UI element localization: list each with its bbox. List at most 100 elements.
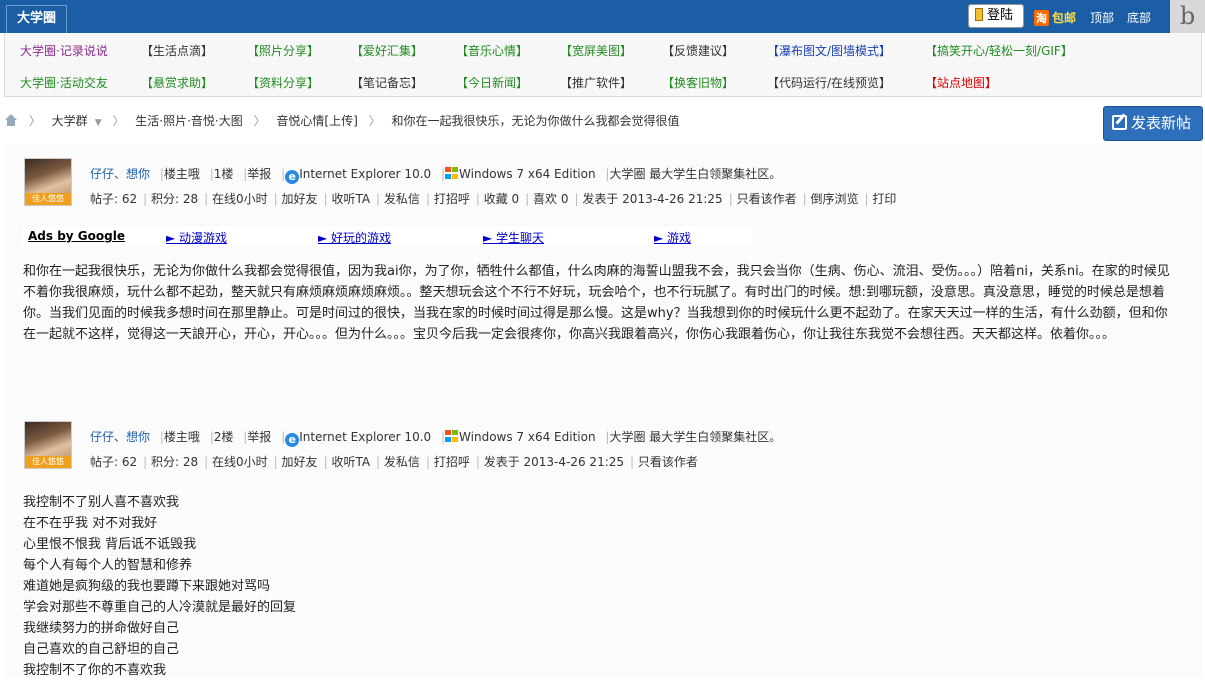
like-link[interactable]: 喜欢 0 (533, 192, 568, 206)
taobao-icon: 淘 (1034, 10, 1049, 26)
ie-icon: e (285, 433, 300, 447)
browser-label: Internet Explorer 10.0 (299, 167, 432, 181)
nav-events[interactable]: 大学圈·活动交友 (20, 74, 108, 91)
home-icon[interactable] (4, 114, 18, 126)
new-post-button[interactable]: 发表新帖 (1103, 106, 1203, 141)
chevron-right-icon: 〉 (368, 114, 381, 128)
nav-funny[interactable]: 【搞笑开心/轻松一刻/GIF】 (925, 42, 1073, 59)
greet-link[interactable]: 打招呼 (434, 455, 470, 469)
nav-sitemap[interactable]: 【站点地图】 (925, 74, 997, 91)
role-label: 楼主哦 (163, 430, 200, 444)
nav-news[interactable]: 【今日新闻】 (456, 74, 528, 91)
points: 积分: 28 (151, 455, 199, 469)
nav-swap[interactable]: 【换客旧物】 (662, 74, 734, 91)
nav-software[interactable]: 【推广软件】 (560, 74, 632, 91)
ads-label: Ads by Google (28, 229, 125, 243)
author-only-link[interactable]: 只看该作者 (737, 192, 797, 206)
post-stats: 帖子: 62 | 积分: 28 | 在线0小时 | 加好友 | 收听TA | 发私信 | 打… (90, 192, 897, 206)
ad-link-anime-games[interactable]: ► 动漫游戏 (166, 229, 227, 246)
favorite-link[interactable]: 收藏 0 (484, 192, 519, 206)
scroll-top-link[interactable]: 顶部 (1090, 9, 1114, 26)
follow-link[interactable]: 收听TA (331, 192, 370, 206)
category-nav: 大学圈·记录说说 【生活点滴】 【照片分享】 【爱好汇集】 【音乐心情】 【宽屏… (4, 33, 1202, 97)
reverse-order-link[interactable]: 倒序浏览 (810, 192, 858, 206)
avatar[interactable]: 佳人悠悠 (24, 158, 72, 206)
post-line: 难道她是疯狗级的我也要蹲下来跟她对骂吗 (23, 579, 271, 594)
post-line: 我继续努力的拼命做好自己 (23, 621, 180, 636)
avatar-caption: 佳人悠悠 (25, 456, 71, 468)
breadcrumb-forum[interactable]: 音悦心情[上传] (276, 114, 357, 128)
chevron-right-icon: 〉 (253, 114, 266, 128)
site-logo-tab[interactable]: 大学圈 (6, 5, 68, 33)
post-line: 在不在乎我 对不对我好 (23, 516, 158, 531)
nav-code-run[interactable]: 【代码运行/在线预览】 (767, 74, 891, 91)
author-link[interactable]: 仔仔、想你 (90, 430, 150, 444)
points: 积分: 28 (151, 192, 199, 206)
post-header: 仔仔、想你 |楼主哦 |2楼 |举报 | e Internet Explorer 1… (90, 430, 782, 447)
nav-life[interactable]: 【生活点滴】 (141, 42, 213, 59)
post-time: 发表于 2013-4-26 21:25 (582, 192, 723, 206)
site-tagline: 大学圈 最大学生白领聚集社区。 (609, 430, 782, 444)
message-link[interactable]: 发私信 (384, 455, 420, 469)
post-time: 发表于 2013-4-26 21:25 (483, 455, 625, 469)
add-friend-link[interactable]: 加好友 (282, 455, 318, 469)
browser-label: Internet Explorer 10.0 (299, 430, 432, 444)
chevron-down-icon[interactable]: ▼ (95, 118, 102, 128)
nav-bounty[interactable]: 【悬赏求助】 (141, 74, 213, 91)
nav-waterfall[interactable]: 【瀑布图文/图墙模式】 (767, 42, 891, 59)
nav-feedback[interactable]: 【反馈建议】 (662, 42, 734, 59)
floor-number: 1楼 (213, 167, 234, 181)
avatar-caption: 佳人悠悠 (25, 193, 71, 205)
breadcrumb-section[interactable]: 生活·照片·音悦·大图 (135, 114, 242, 128)
breadcrumb: 〉 大学群 ▼ 〉 生活·照片·音悦·大图 〉 音悦心情[上传] 〉 和你在一起我… (4, 112, 686, 130)
online-time: 在线0小时 (212, 455, 268, 469)
post-body: 和你在一起我很快乐，无论为你做什么我都会觉得很值，因为我ai你，为了你，牺牲什么… (23, 264, 1170, 342)
nav-resources[interactable]: 【资料分享】 (247, 74, 319, 91)
author-link[interactable]: 仔仔、想你 (90, 167, 150, 181)
ad-link-fun-games[interactable]: ► 好玩的游戏 (318, 229, 391, 246)
os-label: Windows 7 x64 Edition (459, 430, 596, 444)
chevron-right-icon: 〉 (28, 114, 41, 128)
avatar[interactable]: 佳人悠悠 (24, 421, 72, 469)
login-button[interactable]: 登陆 (968, 4, 1024, 28)
author-only-link[interactable]: 只看该作者 (638, 455, 698, 469)
post-line: 我控制不了别人喜不喜欢我 (23, 495, 180, 510)
ad-link-games[interactable]: ► 游戏 (654, 229, 691, 246)
floor-number: 2楼 (213, 430, 234, 444)
windows-icon (445, 167, 459, 180)
post-stats: 帖子: 62 | 积分: 28 | 在线0小时 | 加好友 | 收听TA | 发私信 | 打… (90, 455, 698, 469)
message-link[interactable]: 发私信 (384, 192, 420, 206)
nav-notes[interactable]: 【笔记备忘】 (351, 74, 423, 91)
edit-icon (1112, 115, 1127, 130)
post-line: 我控制不了你的不喜欢我 (23, 663, 167, 678)
nav-record-talk[interactable]: 大学圈·记录说说 (20, 42, 108, 59)
add-friend-link[interactable]: 加好友 (282, 192, 318, 206)
post-count: 帖子: 62 (90, 192, 138, 206)
follow-link[interactable]: 收听TA (331, 455, 370, 469)
post-body: 我控制不了别人喜不喜欢我 在不在乎我 对不对我好 心里恨不恨我 背后诋不诋毁我 … (23, 492, 296, 681)
nav-music[interactable]: 【音乐心情】 (456, 42, 528, 59)
post-line: 自己喜欢的自己舒坦的自己 (23, 642, 180, 657)
report-link[interactable]: 举报 (247, 167, 271, 181)
top-bar: 大学圈 登陆 淘包邮 顶部 底部 b (0, 0, 1205, 33)
report-link[interactable]: 举报 (247, 430, 271, 444)
google-ads-bar: Ads by Google ► 动漫游戏 ► 好玩的游戏 ► 学生聊天 ► 游戏 (22, 227, 752, 246)
promo-link[interactable]: 淘包邮 (1034, 9, 1076, 26)
pencil-icon (975, 8, 983, 21)
nav-photos[interactable]: 【照片分享】 (247, 42, 319, 59)
new-post-label: 发表新帖 (1131, 114, 1192, 132)
chevron-right-icon: 〉 (112, 114, 125, 128)
site-tagline: 大学圈 最大学生白领聚集社区。 (609, 167, 782, 181)
role-label: 楼主哦 (163, 167, 200, 181)
nav-hobbies[interactable]: 【爱好汇集】 (351, 42, 423, 59)
corner-logo[interactable]: b (1170, 0, 1205, 33)
print-link[interactable]: 打印 (872, 192, 896, 206)
breadcrumb-group[interactable]: 大学群 (52, 114, 88, 128)
ad-link-student-chat[interactable]: ► 学生聊天 (483, 229, 544, 246)
greet-link[interactable]: 打招呼 (434, 192, 470, 206)
scroll-bottom-link[interactable]: 底部 (1127, 9, 1151, 26)
nav-wallpapers[interactable]: 【宽屏美图】 (560, 42, 632, 59)
post-header: 仔仔、想你 |楼主哦 |1楼 |举报 | e Internet Explorer 1… (90, 167, 782, 184)
post-line: 心里恨不恨我 背后诋不诋毁我 (23, 537, 197, 552)
post-line: 每个人有每个人的智慧和修养 (23, 558, 193, 573)
